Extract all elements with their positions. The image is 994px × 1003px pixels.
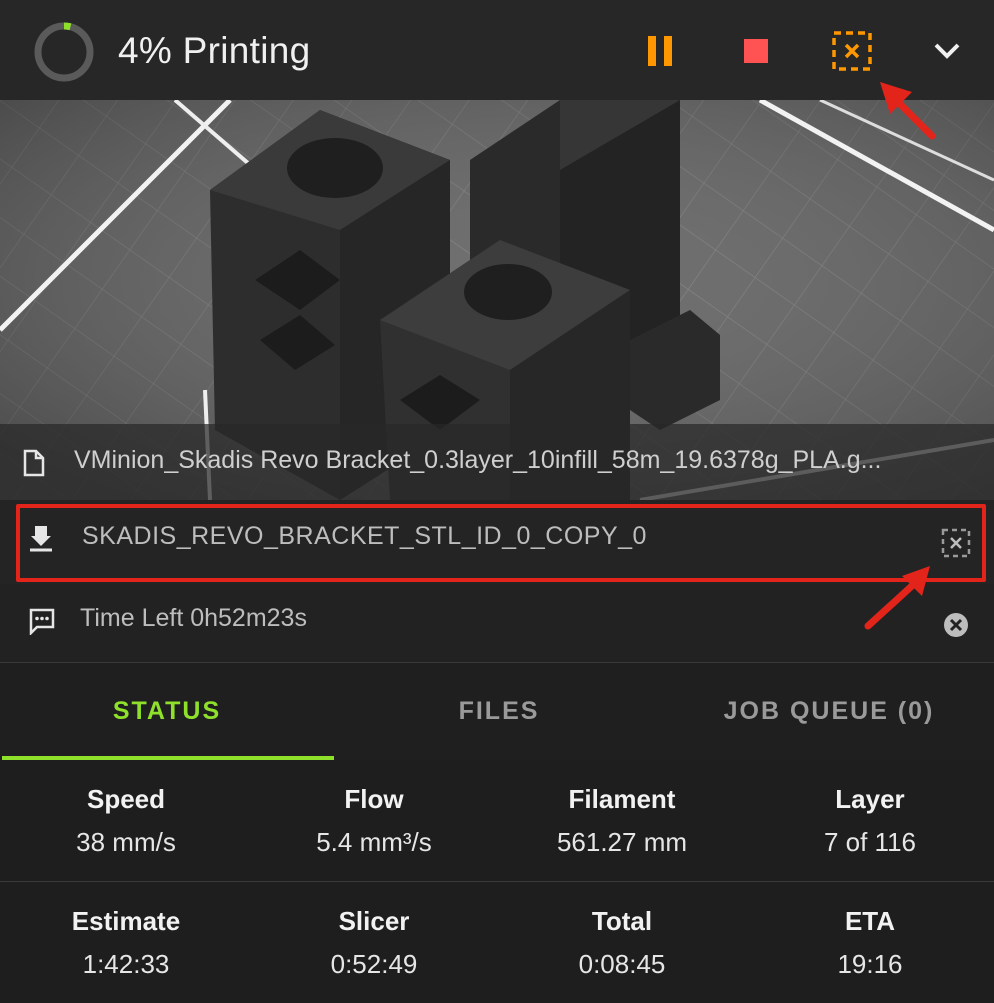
file-name-row: VMinion_Skadis Revo Bracket_0.3layer_10i…	[0, 424, 994, 500]
pause-button[interactable]	[635, 26, 685, 76]
file-name: VMinion_Skadis Revo Bracket_0.3layer_10i…	[74, 446, 882, 474]
tab-job-queue[interactable]: JOB QUEUE (0)	[664, 663, 994, 760]
status-stats: Speed 38 mm/s Flow 5.4 mm³/s Filament 56…	[0, 760, 994, 1002]
stat-label: Slicer	[338, 906, 410, 936]
stat-label: ETA	[844, 906, 896, 936]
stat-label: Filament	[568, 784, 676, 814]
stats-row: Estimate 1:42:33 Slicer 0:52:49 Total 0:…	[0, 882, 994, 1003]
stats-row: Speed 38 mm/s Flow 5.4 mm³/s Filament 56…	[0, 760, 994, 882]
stop-button[interactable]	[731, 26, 781, 76]
stat-value: 19:16	[837, 949, 903, 979]
stat-value: 7 of 116	[823, 827, 917, 857]
stat-estimate: Estimate 1:42:33	[2, 882, 250, 980]
tab-files[interactable]: FILES	[334, 663, 664, 760]
stat-total: Total 0:08:45	[498, 882, 746, 980]
stat-label: Layer	[835, 784, 905, 814]
stat-eta: ETA 19:16	[746, 882, 994, 980]
dismiss-message-icon[interactable]	[942, 611, 970, 639]
stop-icon	[744, 39, 768, 63]
stat-value: 0:52:49	[330, 949, 418, 979]
tab-bar: STATUS FILES JOB QUEUE (0)	[0, 663, 994, 760]
stat-value: 561.27 mm	[556, 827, 688, 857]
stat-flow: Flow 5.4 mm³/s	[250, 760, 498, 858]
printer-status-header: 4% Printing	[0, 0, 994, 100]
stat-value: 1:42:33	[82, 949, 170, 979]
stat-label: Estimate	[71, 906, 181, 936]
collapse-toggle-button[interactable]	[922, 26, 972, 76]
progress-ring	[34, 22, 94, 82]
print-status-title: 4% Printing	[118, 30, 311, 71]
status-message-row: Time Left 0h52m23s	[0, 584, 994, 663]
tab-status[interactable]: STATUS	[0, 663, 334, 760]
stat-filament: Filament 561.27 mm	[498, 760, 746, 858]
exclude-object-icon	[832, 31, 872, 71]
stat-label: Speed	[86, 784, 166, 814]
stat-value: 38 mm/s	[76, 827, 176, 857]
stat-value: 0:08:45	[578, 949, 666, 979]
chevron-down-icon	[934, 43, 960, 59]
stat-speed: Speed 38 mm/s	[2, 760, 250, 858]
stat-slicer: Slicer 0:52:49	[250, 882, 498, 980]
file-icon	[23, 449, 45, 477]
stat-label: Flow	[344, 784, 404, 814]
annotation-highlight-box	[16, 504, 986, 582]
stat-layer: Layer 7 of 116	[746, 760, 994, 858]
stat-label: Total	[591, 906, 653, 936]
exclude-object-button[interactable]	[827, 26, 877, 76]
message-icon	[29, 608, 55, 635]
pause-icon	[648, 36, 672, 66]
status-message: Time Left 0h52m23s	[80, 604, 307, 632]
stat-value: 5.4 mm³/s	[316, 827, 432, 857]
